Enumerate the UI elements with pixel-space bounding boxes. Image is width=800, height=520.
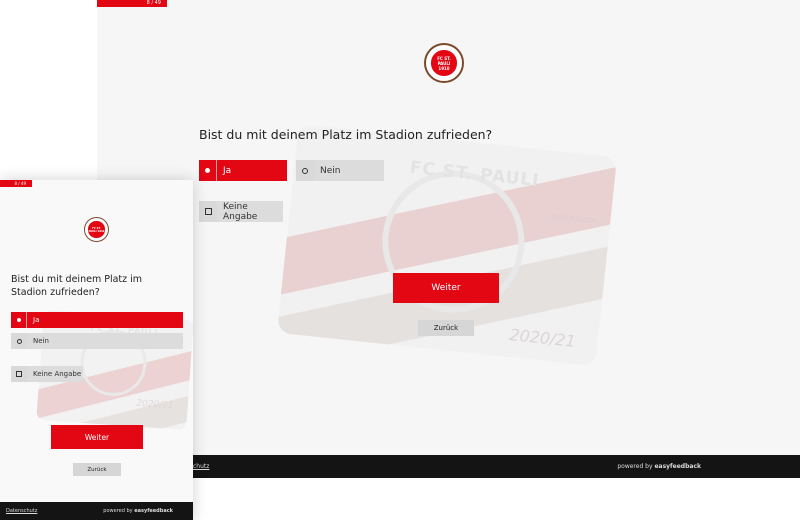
option-keine-angabe[interactable]: Keine Angabe bbox=[199, 201, 283, 222]
logo-text: FC ST. PAULI 1910 bbox=[437, 55, 451, 71]
option-ja[interactable]: Ja bbox=[199, 160, 287, 181]
logo-text: FC ST. PAULI 1910 bbox=[88, 226, 105, 233]
checkbox-icon bbox=[199, 201, 217, 222]
mobile-footer: Datenschutz powered by easyfeedback bbox=[0, 502, 193, 520]
back-button[interactable]: Zurück bbox=[418, 320, 474, 336]
desktop-survey-view: 8 / 49 FC ST. PAULI BUNDESLIGA 2020/21 F… bbox=[97, 0, 800, 478]
club-logo: FC ST. PAULI 1910 bbox=[424, 43, 464, 83]
privacy-link[interactable]: chutz bbox=[193, 463, 209, 470]
checkbox-icon bbox=[11, 366, 27, 382]
radio-selected-icon bbox=[11, 312, 27, 328]
option-nein[interactable]: Nein bbox=[296, 160, 384, 181]
mobile-survey-view: 8 / 49 FC ST. PAULI BUNDESLIGA 2020/21 F… bbox=[0, 180, 193, 520]
powered-by-text: powered by bbox=[617, 463, 653, 470]
next-button[interactable]: Weiter bbox=[51, 425, 143, 449]
option-ja[interactable]: Ja bbox=[11, 312, 183, 328]
option-label: Nein bbox=[314, 160, 384, 181]
club-logo: FC ST. PAULI 1910 bbox=[84, 217, 109, 242]
radio-selected-icon bbox=[199, 160, 217, 181]
radio-empty-icon bbox=[296, 160, 314, 181]
progress-bar: 8 / 49 bbox=[97, 0, 167, 7]
powered-by-brand: easyfeedback bbox=[134, 508, 173, 514]
back-button[interactable]: Zurück bbox=[73, 463, 121, 476]
question-title: Bist du mit deinem Platz im Stadion zufr… bbox=[199, 127, 493, 142]
radio-empty-icon bbox=[11, 333, 27, 349]
progress-text: 8 / 49 bbox=[14, 181, 26, 186]
privacy-link[interactable]: Datenschutz bbox=[6, 508, 37, 514]
powered-by: powered by easyfeedback bbox=[617, 463, 701, 470]
option-label: Keine Angabe bbox=[27, 366, 83, 382]
progress-text: 8 / 49 bbox=[146, 0, 161, 6]
next-button[interactable]: Weiter bbox=[393, 273, 499, 303]
option-keine-angabe[interactable]: Keine Angabe bbox=[11, 366, 83, 382]
option-label: Keine Angabe bbox=[217, 201, 283, 222]
progress-bar: 8 / 49 bbox=[0, 180, 32, 187]
option-label: Ja bbox=[217, 160, 287, 181]
powered-by: powered by easyfeedback bbox=[103, 508, 173, 514]
question-title: Bist du mit deinem Platz im Stadion zufr… bbox=[11, 274, 143, 298]
option-label: Ja bbox=[27, 312, 183, 328]
card-season-text: 2020/21 bbox=[508, 325, 577, 351]
option-nein[interactable]: Nein bbox=[11, 333, 183, 349]
option-label: Nein bbox=[27, 333, 183, 349]
desktop-footer: chutz powered by easyfeedback bbox=[97, 455, 800, 478]
powered-by-text: powered by bbox=[103, 508, 133, 514]
powered-by-brand: easyfeedback bbox=[654, 463, 701, 470]
